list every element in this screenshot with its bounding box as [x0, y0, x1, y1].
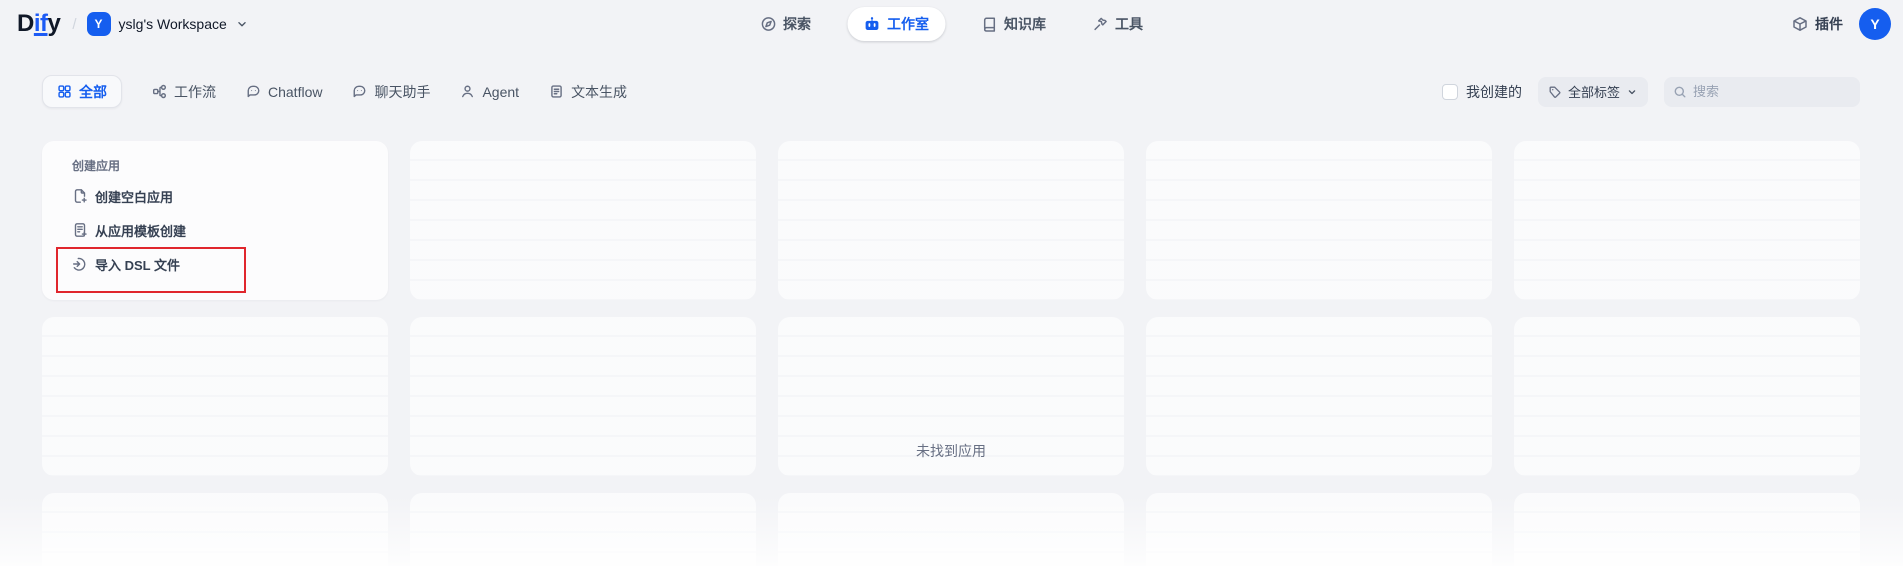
workspace-name: yslg's Workspace	[119, 16, 227, 32]
tag-filter-label: 全部标签	[1568, 82, 1620, 101]
tag-icon	[1548, 85, 1562, 99]
app-card-skeleton	[42, 317, 388, 476]
book-icon	[981, 16, 997, 32]
created-by-me-checkbox[interactable]	[1442, 84, 1458, 100]
nav-label: 工作室	[887, 14, 929, 34]
create-item-label: 从应用模板创建	[95, 221, 186, 240]
created-by-me-label: 我创建的	[1466, 82, 1522, 102]
chat-bubble-icon	[246, 84, 261, 99]
app-grid: 创建应用 创建空白应用 从应用模板创建 导入 DSL 文件	[42, 141, 1860, 566]
logo-letter-y: y	[48, 10, 61, 37]
create-blank-app-button[interactable]: 创建空白应用	[72, 179, 388, 213]
app-card-skeleton	[1146, 317, 1492, 476]
header-right: 插件 Y	[1792, 8, 1891, 40]
file-plus-icon	[72, 188, 88, 204]
empty-state-message: 未找到应用	[916, 441, 986, 461]
chat-bubble-icon	[352, 84, 367, 99]
nav-label: 工具	[1115, 14, 1143, 34]
logo-letters-if: if	[34, 10, 48, 37]
chevron-down-icon	[235, 17, 249, 31]
chevron-down-icon	[1626, 86, 1638, 98]
created-by-me-filter[interactable]: 我创建的	[1442, 82, 1522, 102]
plugins-button[interactable]: 插件	[1792, 14, 1843, 34]
create-from-template-button[interactable]: 从应用模板创建	[72, 213, 388, 247]
logo-letter-d: D	[17, 10, 34, 37]
nav-label: 知识库	[1004, 14, 1046, 34]
tab-label: 全部	[79, 82, 107, 102]
app-card-skeleton	[778, 141, 1124, 300]
app-card-skeleton	[410, 317, 756, 476]
tab-label: 工作流	[174, 82, 216, 102]
filter-right: 我创建的 全部标签	[1442, 77, 1860, 107]
tab-label: Agent	[482, 84, 519, 100]
app-type-tabs: 全部 工作流 Chatflow 聊天助手	[42, 75, 627, 108]
search-box	[1664, 77, 1860, 107]
nav-item-knowledge[interactable]: 知识库	[971, 7, 1056, 41]
app-card-skeleton	[410, 493, 756, 566]
tab-label: 聊天助手	[374, 82, 430, 102]
grid-icon	[57, 84, 72, 99]
workspace-avatar: Y	[87, 12, 111, 36]
tag-filter-dropdown[interactable]: 全部标签	[1538, 77, 1648, 107]
user-avatar[interactable]: Y	[1859, 8, 1891, 40]
import-dsl-button[interactable]: 导入 DSL 文件	[72, 247, 388, 281]
tab-chatflow[interactable]: Chatflow	[246, 75, 322, 108]
workflow-icon	[152, 84, 167, 99]
plugins-label: 插件	[1815, 14, 1843, 34]
dify-logo[interactable]: Dify	[17, 10, 60, 38]
app-header: Dify / Y yslg's Workspace 探索 工作室	[0, 0, 1903, 48]
filter-row: 全部 工作流 Chatflow 聊天助手	[0, 75, 1903, 108]
file-template-icon	[72, 222, 88, 238]
nav-item-tools[interactable]: 工具	[1082, 7, 1153, 41]
nav-item-explore[interactable]: 探索	[750, 7, 821, 41]
tab-label: 文本生成	[571, 82, 627, 102]
create-app-title: 创建应用	[72, 158, 388, 174]
create-item-label: 导入 DSL 文件	[95, 255, 180, 274]
app-card-skeleton	[42, 493, 388, 566]
workspace-selector[interactable]: Y yslg's Workspace	[87, 12, 249, 36]
app-card-skeleton	[1146, 141, 1492, 300]
tab-all[interactable]: 全部	[42, 75, 122, 108]
nav-item-studio[interactable]: 工作室	[847, 7, 945, 41]
app-card-skeleton	[1514, 493, 1860, 566]
tab-workflow[interactable]: 工作流	[152, 75, 216, 108]
cube-icon	[1792, 16, 1808, 32]
nav-label: 探索	[783, 14, 811, 34]
app-card-skeleton	[1514, 141, 1860, 300]
app-card-skeleton	[1146, 493, 1492, 566]
agent-icon	[460, 84, 475, 99]
tab-chat-assistant[interactable]: 聊天助手	[352, 75, 430, 108]
main-nav: 探索 工作室 知识库 工具	[750, 0, 1153, 48]
create-item-label: 创建空白应用	[95, 187, 173, 206]
app-card-skeleton	[410, 141, 756, 300]
explore-icon	[760, 16, 776, 32]
tab-label: Chatflow	[268, 84, 322, 100]
search-icon	[1673, 85, 1687, 99]
app-card-skeleton	[778, 493, 1124, 566]
app-card-skeleton	[1514, 317, 1860, 476]
dify-studio-page: Dify / Y yslg's Workspace 探索 工作室	[0, 0, 1903, 566]
tab-agent[interactable]: Agent	[460, 75, 519, 108]
document-icon	[549, 84, 564, 99]
import-icon	[72, 256, 88, 272]
hammer-icon	[1092, 16, 1108, 32]
tab-text-generation[interactable]: 文本生成	[549, 75, 627, 108]
create-app-card: 创建应用 创建空白应用 从应用模板创建 导入 DSL 文件	[42, 141, 388, 300]
search-input[interactable]	[1693, 84, 1851, 99]
breadcrumb-separator: /	[72, 16, 76, 33]
robot-icon	[863, 16, 880, 33]
